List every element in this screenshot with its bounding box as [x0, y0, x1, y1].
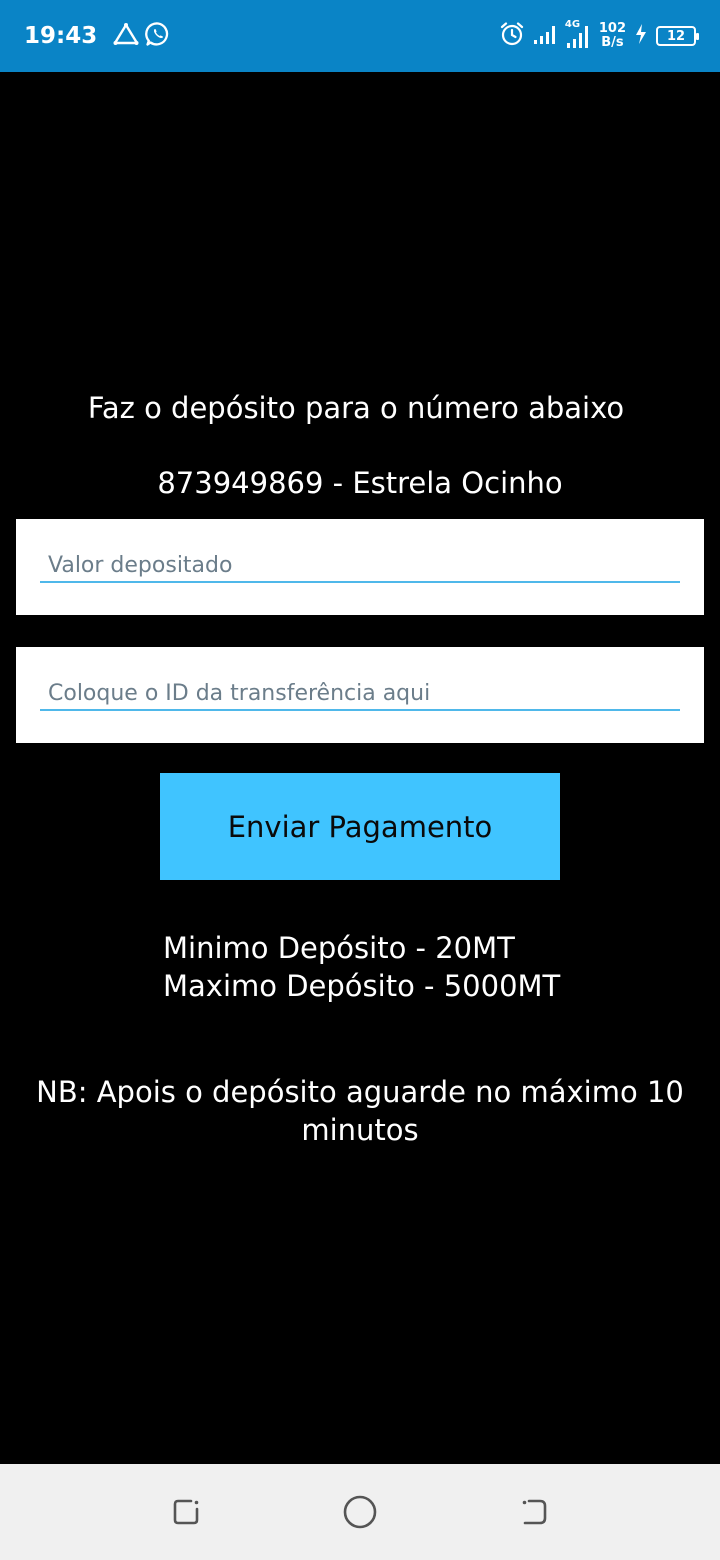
deposit-account-number: 873949869 - Estrela Ocinho	[157, 466, 563, 500]
transfer-id-field-card	[16, 647, 704, 743]
transfer-id-input[interactable]	[40, 677, 680, 711]
network-speed-unit: B/s	[601, 35, 624, 50]
amount-field-card	[16, 519, 704, 615]
send-payment-button[interactable]: Enviar Pagamento	[160, 773, 560, 880]
battery-icon: 12	[656, 26, 699, 46]
maximum-deposit-text: Maximo Depósito - 5000MT	[163, 969, 561, 1003]
recent-apps-icon[interactable]	[166, 1492, 206, 1532]
battery-level: 12	[666, 28, 686, 44]
whatsapp-icon	[145, 21, 171, 51]
amount-input[interactable]	[40, 549, 680, 583]
status-left: 19:43	[24, 21, 171, 51]
navigation-bar	[0, 1464, 720, 1560]
drive-icon	[113, 22, 139, 50]
network-speed-value: 102	[598, 21, 626, 36]
waiting-note: NB: Apois o depósito aguarde no máximo 1…	[36, 1075, 684, 1147]
deposit-instruction: Faz o depósito para o número abaixo	[87, 391, 625, 425]
back-icon[interactable]	[514, 1492, 554, 1532]
alarm-icon	[499, 21, 525, 51]
charging-icon	[634, 23, 648, 49]
signal-icon	[533, 23, 557, 49]
status-time: 19:43	[24, 23, 98, 49]
network-speed: 102 B/s	[599, 22, 626, 50]
status-bar: 19:43 4G 102 B/s 12	[0, 0, 720, 72]
signal-4g-icon: 4G	[565, 19, 591, 49]
status-right: 4G 102 B/s 12	[499, 19, 699, 51]
home-icon[interactable]	[340, 1492, 380, 1532]
deposit-limits: Minimo Depósito - 20MT Maximo Depósito -…	[163, 929, 560, 1005]
minimum-deposit-text: Minimo Depósito - 20MT	[163, 931, 515, 965]
